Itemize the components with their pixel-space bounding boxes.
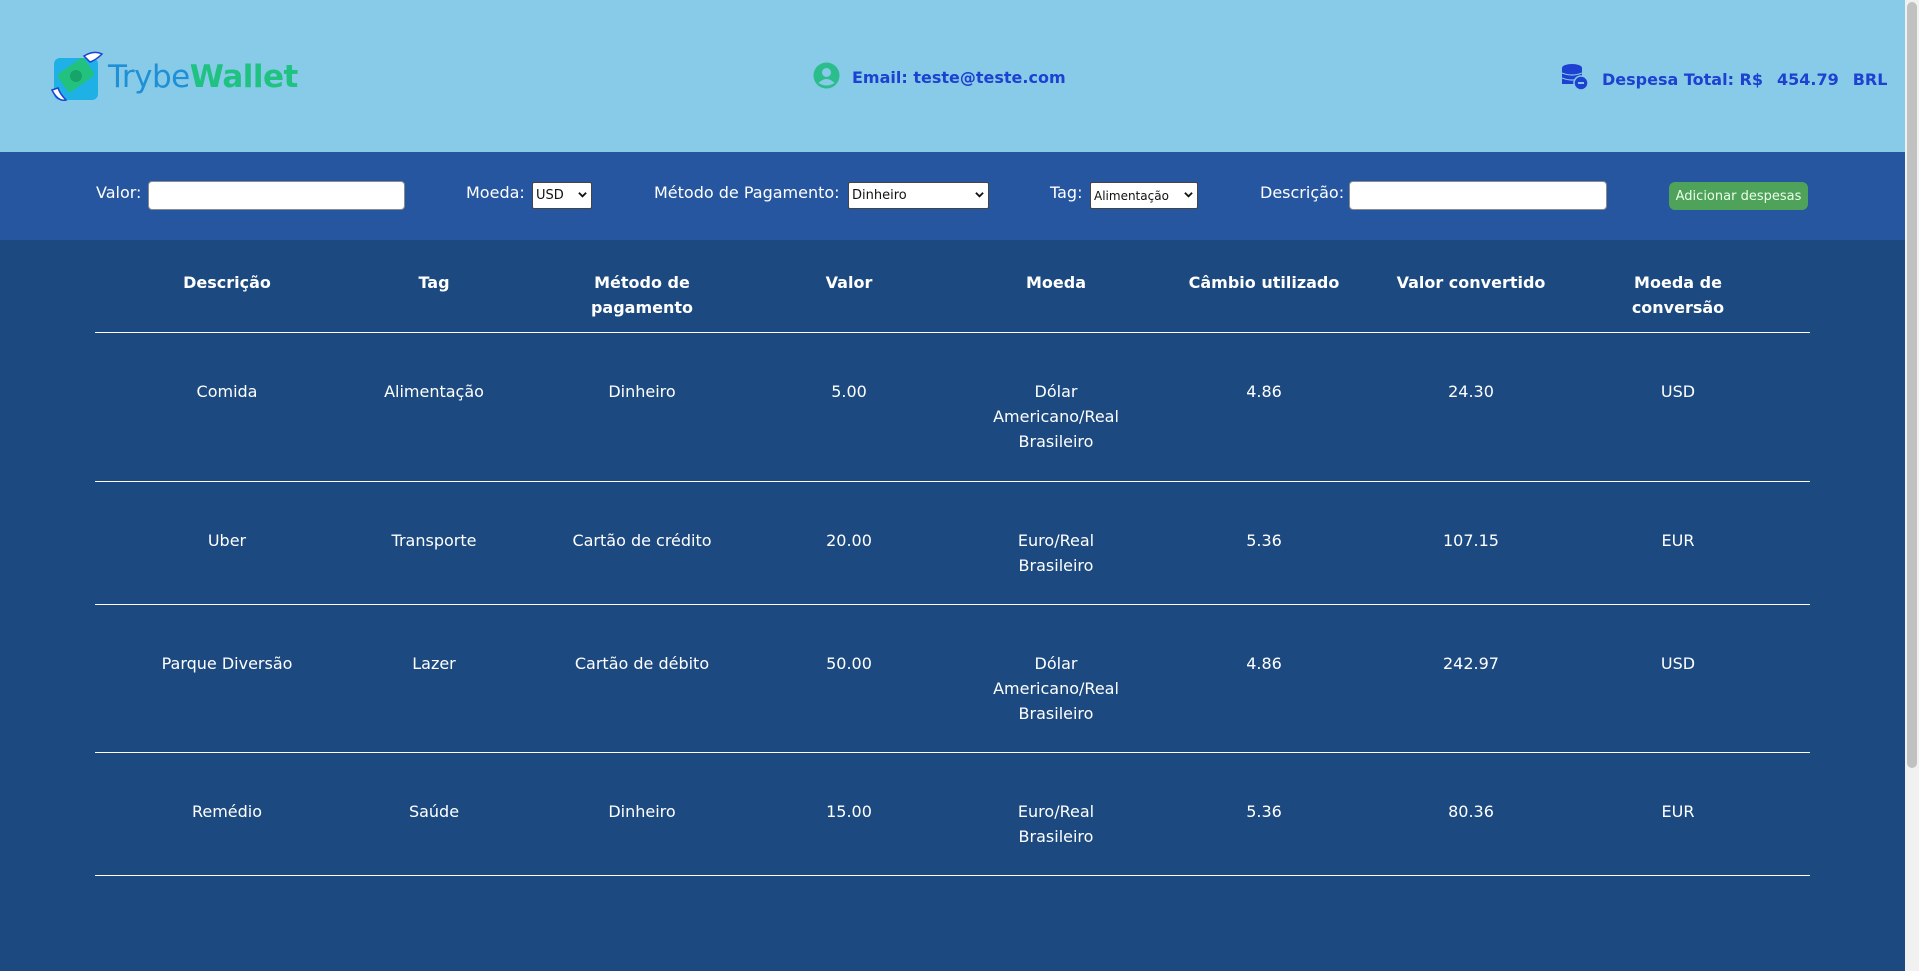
cell-valor-convertido: 242.97: [1443, 654, 1499, 673]
descricao-input[interactable]: [1349, 181, 1607, 210]
tag-label: Tag:: [1050, 183, 1083, 202]
expense-form: Valor: Moeda: USD Método de Pagamento: D…: [0, 152, 1905, 240]
total-value: 454.79: [1776, 69, 1839, 89]
cell-cambio: 4.86: [1246, 654, 1282, 673]
cell-descricao: Comida: [196, 382, 258, 401]
cell-tag: Saúde: [408, 802, 460, 821]
chevron-down-icon: [578, 192, 587, 198]
header-valor: Valor: [825, 273, 873, 292]
total-currency: BRL: [1852, 69, 1888, 89]
table-row: Comida Alimentação Dinheiro 5.00 Dólar A…: [95, 334, 1810, 482]
cell-metodo: Cartão de débito: [574, 654, 710, 673]
cell-moeda: Dólar Americano/Real Brasileiro: [993, 654, 1119, 723]
cell-metodo: Dinheiro: [608, 382, 676, 401]
valor-label: Valor:: [96, 183, 142, 202]
cell-moeda-conversao: EUR: [1661, 802, 1695, 821]
logo-text-trybe: Trybe: [108, 59, 190, 95]
wallet-logo-icon: [50, 50, 104, 104]
header-cambio: Câmbio utilizado: [1188, 273, 1340, 292]
cell-tag: Alimentação: [384, 382, 484, 401]
total-label: Despesa Total: R$: [1602, 69, 1763, 89]
email-label: Email: teste@teste.com: [852, 68, 1066, 87]
moeda-label: Moeda:: [466, 183, 525, 202]
cell-valor-convertido: 24.30: [1448, 382, 1494, 401]
coins-icon: [1560, 62, 1590, 96]
metodo-label: Método de Pagamento:: [654, 183, 840, 202]
cell-valor-convertido: 107.15: [1443, 531, 1499, 550]
cell-metodo: Cartão de crédito: [572, 531, 712, 550]
header-tag: Tag: [418, 273, 450, 292]
metodo-select-value: Dinheiro: [852, 188, 907, 203]
cell-valor: 15.00: [826, 802, 872, 821]
metodo-select[interactable]: Dinheiro: [848, 182, 989, 209]
moeda-select[interactable]: USD: [532, 182, 592, 209]
valor-input[interactable]: [148, 181, 405, 210]
logo: TrybeWallet: [50, 50, 298, 104]
cell-tag: Lazer: [412, 654, 456, 673]
chevron-down-icon: [975, 192, 984, 198]
table-row: Remédio Saúde Dinheiro 15.00 Euro/Real B…: [95, 753, 1810, 876]
cell-descricao: Uber: [207, 531, 247, 550]
cell-descricao: Remédio: [191, 802, 263, 821]
cell-metodo: Dinheiro: [608, 802, 676, 821]
cell-valor: 5.00: [831, 382, 867, 401]
header-valor-convertido: Valor convertido: [1396, 273, 1546, 292]
header-metodo: Método de pagamento: [590, 273, 694, 317]
cell-valor: 20.00: [826, 531, 872, 550]
cell-cambio: 4.86: [1246, 382, 1282, 401]
cell-descricao: Parque Diversão: [161, 654, 293, 673]
chevron-down-icon: [1184, 192, 1193, 198]
header: TrybeWallet Email: teste@teste.com Despe…: [0, 0, 1905, 152]
table-row: Uber Transporte Cartão de crédito 20.00 …: [95, 482, 1810, 605]
add-expense-button[interactable]: Adicionar despesas: [1669, 182, 1808, 210]
table-header: Descrição Tag Método de pagamento Valor …: [95, 262, 1810, 333]
logo-text-wallet: Wallet: [189, 59, 299, 95]
cell-valor: 50.00: [826, 654, 872, 673]
table-row: Parque Diversão Lazer Cartão de débito 5…: [95, 605, 1810, 753]
cell-moeda-conversao: USD: [1660, 382, 1696, 401]
cell-valor-convertido: 80.36: [1448, 802, 1494, 821]
cell-moeda: Euro/Real Brasileiro: [1017, 531, 1095, 575]
user-avatar-icon: [813, 62, 840, 93]
total-expense: Despesa Total: R$ 454.79 BRL: [1560, 62, 1887, 96]
cell-cambio: 5.36: [1246, 531, 1282, 550]
cell-moeda-conversao: EUR: [1661, 531, 1695, 550]
logo-text: TrybeWallet: [108, 59, 298, 95]
cell-tag: Transporte: [391, 531, 477, 550]
cell-cambio: 5.36: [1246, 802, 1282, 821]
tag-select-value: Alimentação: [1094, 188, 1169, 203]
wallet-page: TrybeWallet Email: teste@teste.com Despe…: [0, 0, 1905, 971]
header-descricao: Descrição: [183, 273, 271, 292]
cell-moeda-conversao: USD: [1660, 654, 1696, 673]
cell-moeda: Dólar Americano/Real Brasileiro: [993, 382, 1119, 451]
header-moeda-conversao: Moeda de conversão: [1631, 273, 1725, 317]
user-email: Email: teste@teste.com: [813, 62, 1066, 93]
descricao-label: Descrição:: [1260, 183, 1345, 202]
scrollbar-thumb[interactable]: [1907, 2, 1917, 768]
moeda-select-value: USD: [536, 188, 564, 203]
tag-select[interactable]: Alimentação: [1090, 182, 1198, 209]
header-moeda: Moeda: [1025, 273, 1086, 292]
cell-moeda: Euro/Real Brasileiro: [1017, 802, 1095, 846]
